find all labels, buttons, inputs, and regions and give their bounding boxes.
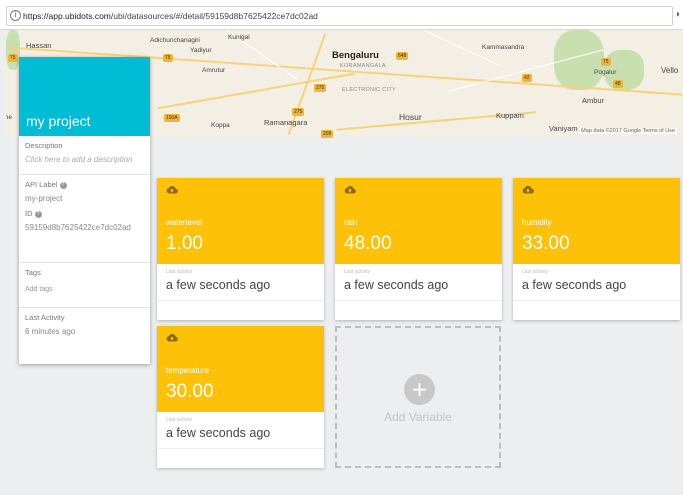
map-label: Adichunchanagiri — [150, 37, 200, 44]
tags-section: Tags Add tags — [19, 263, 150, 308]
highway-shield: 275 — [292, 108, 305, 116]
variable-name: temperature — [166, 366, 210, 375]
cloud-upload-icon — [166, 333, 178, 342]
variable-value: 48.00 — [344, 233, 392, 254]
variable-header: waterlevel 1.00 — [157, 178, 324, 264]
last-activity-time: a few seconds ago — [344, 278, 449, 292]
help-icon[interactable]: ? — [59, 181, 67, 189]
map-label: Hosur — [399, 112, 422, 122]
description-field[interactable]: Click here to add a description — [25, 155, 144, 164]
map-label: Kunigal — [228, 34, 250, 41]
map-label: ELECTRONIC CITY — [342, 87, 397, 93]
url-path: /ubi/datasources/#/detail/59159d8b762542… — [110, 11, 318, 21]
card-divider — [157, 300, 324, 301]
api-label-text: API Label — [25, 180, 58, 189]
map-label: Bengaluru — [332, 50, 379, 61]
map-label: Yadiyur — [190, 47, 212, 54]
map-label: the — [6, 114, 13, 121]
last-activity-label: Last activity — [344, 269, 371, 275]
map-label: Ramanagara — [264, 118, 308, 127]
api-label-value: my-project — [25, 194, 63, 203]
extension-icon[interactable]: ◑ — [674, 9, 683, 20]
map-label: Ambur — [582, 96, 605, 105]
cloud-upload-icon — [344, 185, 356, 194]
map-label: Vello — [661, 66, 679, 75]
map-label: KORAMANGALA — [340, 63, 386, 69]
cloud-upload-icon — [522, 185, 534, 194]
variable-card-temperature[interactable]: temperature 30.00 Last activity a few se… — [157, 326, 324, 468]
highway-shield: 48 — [613, 80, 623, 88]
url-field[interactable]: i https://app.ubidots.com/ubi/datasource… — [6, 6, 673, 26]
map-label: Kuppam — [496, 111, 524, 120]
last-activity-time: a few seconds ago — [166, 278, 271, 292]
project-header: my project — [19, 57, 150, 136]
variable-card-humidity[interactable]: humidity 33.00 Last activity a few secon… — [513, 178, 680, 320]
project-title[interactable]: my project — [26, 113, 91, 129]
variable-card-rain[interactable]: rain 48.00 Last activity a few seconds a… — [335, 178, 502, 320]
last-activity-title: Last Activity — [25, 313, 65, 322]
last-activity-time: a few seconds ago — [522, 278, 627, 292]
map-label: Kammasandra — [482, 44, 525, 51]
help-icon[interactable]: ? — [34, 210, 42, 218]
highway-shield: 75 — [8, 54, 18, 62]
api-label-title: API Label? — [25, 180, 144, 189]
variable-card-waterlevel[interactable]: waterlevel 1.00 Last activity a few seco… — [157, 178, 324, 320]
highway-shield: 275 — [314, 84, 327, 92]
variable-name: waterlevel — [166, 218, 203, 227]
description-section: Description Click here to add a descript… — [19, 136, 150, 175]
map-label: Amrutur — [202, 67, 226, 74]
variable-footer: Last activity a few seconds ago — [157, 412, 324, 468]
map-label: Pogalur — [594, 69, 617, 76]
url-host: https://app.ubidots.com — [23, 11, 111, 21]
variable-name: humidity — [522, 218, 552, 227]
map-park — [6, 30, 20, 70]
map-label: Hassan — [26, 41, 52, 50]
variable-value: 30.00 — [166, 381, 214, 402]
last-activity-value: 6 minutes ago — [25, 327, 76, 336]
card-divider — [335, 300, 502, 301]
highway-shield: 75 — [163, 54, 173, 62]
variable-value: 33.00 — [522, 233, 570, 254]
highway-shield: 648 — [396, 52, 409, 60]
variable-header: humidity 33.00 — [513, 178, 680, 264]
variable-header: rain 48.00 — [335, 178, 502, 264]
id-value: 59159d8b7625422ce7dc02ad — [25, 223, 131, 232]
last-activity-section: Last Activity 6 minutes ago — [19, 308, 150, 341]
browser-address-bar: i https://app.ubidots.com/ubi/datasource… — [0, 0, 683, 30]
last-activity-label: Last activity — [166, 269, 193, 275]
variable-header: temperature 30.00 — [157, 326, 324, 412]
id-title: ID? — [25, 209, 144, 218]
add-variable-card[interactable]: + Add Variable — [335, 326, 501, 468]
id-text: ID — [25, 209, 33, 218]
highway-shield: 150A — [164, 114, 180, 122]
last-activity-label: Last activity — [166, 417, 193, 423]
card-divider — [513, 300, 680, 301]
plus-icon[interactable]: + — [404, 374, 435, 405]
highway-shield: 75 — [601, 58, 611, 66]
map-label: Vaniyam — [549, 124, 578, 133]
api-section: API Label? my-project ID? 59159d8b762542… — [19, 175, 150, 263]
last-activity-time: a few seconds ago — [166, 426, 271, 440]
highway-shield: 209 — [321, 130, 334, 138]
cloud-upload-icon — [166, 185, 178, 194]
card-divider — [157, 448, 324, 449]
project-panel: my project Description Click here to add… — [19, 57, 150, 364]
map-attribution[interactable]: Map data ©2017 Google Terms of Use — [579, 128, 677, 134]
highway-shield: 42 — [522, 74, 532, 82]
add-variable-label[interactable]: Add Variable — [337, 410, 499, 424]
tags-title: Tags — [25, 268, 41, 277]
map-label: Koppa — [211, 122, 230, 129]
variable-value: 1.00 — [166, 233, 203, 254]
info-icon[interactable]: i — [10, 10, 21, 21]
variable-name: rain — [344, 218, 358, 227]
variable-footer: Last activity a few seconds ago — [335, 264, 502, 320]
tags-input[interactable]: Add tags — [25, 286, 144, 293]
last-activity-label: Last activity — [522, 269, 549, 275]
variable-footer: Last activity a few seconds ago — [157, 264, 324, 320]
variable-footer: Last activity a few seconds ago — [513, 264, 680, 320]
description-label: Description — [25, 141, 63, 150]
